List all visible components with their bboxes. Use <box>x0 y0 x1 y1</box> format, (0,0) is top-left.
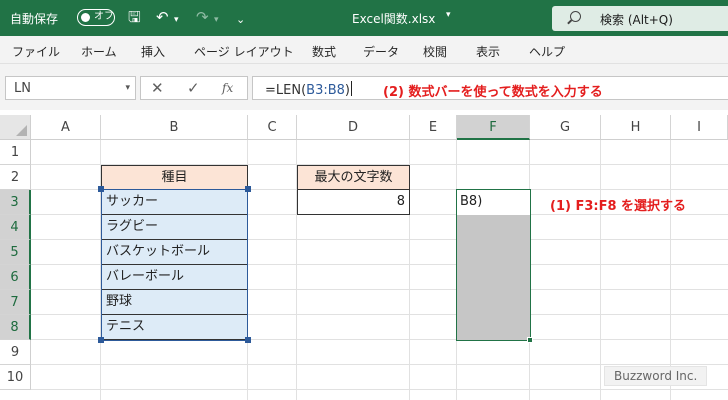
text-caret <box>351 81 352 96</box>
gridline <box>670 140 671 400</box>
gridline <box>31 389 728 390</box>
gridline <box>600 140 601 400</box>
cancel-icon[interactable]: ✕ <box>151 79 164 97</box>
formula-text: =LEN(B3:B8) <box>265 81 352 98</box>
toggle-knob-icon <box>81 12 90 22</box>
column-header-h[interactable]: H <box>601 115 671 140</box>
formula-range-ref: B3:B8 <box>306 83 345 98</box>
search-placeholder: 検索 (Alt+Q) <box>600 13 673 27</box>
column-header-g[interactable]: G <box>530 115 601 140</box>
reference-handle[interactable] <box>98 186 104 192</box>
row-header-3[interactable]: 3 <box>0 190 31 215</box>
undo-dropdown-icon[interactable]: ▾ <box>174 12 179 29</box>
cell-d3[interactable]: 8 <box>297 189 410 215</box>
row-header-1[interactable]: 1 <box>0 140 31 165</box>
column-header-e[interactable]: E <box>410 115 457 140</box>
name-box-chevron-down-icon[interactable]: ▾ <box>125 83 130 93</box>
tab-help[interactable]: ヘルプ <box>529 43 565 60</box>
watermark: Buzzword Inc. <box>604 366 708 386</box>
autosave-toggle[interactable]: オフ <box>77 9 115 26</box>
search-box[interactable]: 検索 (Alt+Q) <box>552 6 728 31</box>
column-header-c[interactable]: C <box>248 115 297 140</box>
redo-icon[interactable]: ↷ <box>196 9 209 26</box>
spreadsheet-grid[interactable]: A B C D E F G H I 1 2 3 4 5 6 7 8 9 10 種… <box>0 115 728 400</box>
search-icon <box>570 11 581 22</box>
filename-chevron-down-icon[interactable]: ▾ <box>446 10 451 20</box>
enter-icon[interactable]: ✓ <box>187 79 200 97</box>
select-all-button[interactable] <box>0 115 31 140</box>
tab-data[interactable]: データ <box>363 43 399 60</box>
reference-handle[interactable] <box>98 337 104 343</box>
fill-handle[interactable] <box>527 337 533 343</box>
column-header-f[interactable]: F <box>457 115 530 140</box>
insert-function-icon[interactable]: fx <box>222 81 233 95</box>
selection-annotation: (1) F3:F8 を選択する <box>550 199 687 214</box>
row-header-6[interactable]: 6 <box>0 265 31 290</box>
toggle-label: オフ <box>94 11 114 22</box>
customize-toolbar-icon[interactable]: ⌄ <box>236 11 245 28</box>
save-icon[interactable]: 🖫 <box>128 9 141 26</box>
column-header-b[interactable]: B <box>101 115 248 140</box>
title-bar: 自動保存 オフ 🖫 ↶ ▾ ↷ ▾ ⌄ Excel関数.xlsx ▾ 検索 (A… <box>0 0 728 36</box>
column-header-i[interactable]: I <box>671 115 728 140</box>
tab-review[interactable]: 校閲 <box>423 43 447 60</box>
row-header-7[interactable]: 7 <box>0 290 31 315</box>
formula-reference-range <box>101 189 248 341</box>
cell-b2[interactable]: 種目 <box>101 165 248 190</box>
column-header-d[interactable]: D <box>297 115 410 140</box>
gridline <box>31 364 728 365</box>
autosave-label: 自動保存 <box>10 12 59 26</box>
tab-home[interactable]: ホーム <box>81 43 117 60</box>
file-name[interactable]: Excel関数.xlsx <box>352 10 435 27</box>
name-box-value: LN <box>14 81 31 96</box>
tab-file[interactable]: ファイル <box>12 43 60 60</box>
row-header-5[interactable]: 5 <box>0 240 31 265</box>
row-header-4[interactable]: 4 <box>0 215 31 240</box>
column-header-a[interactable]: A <box>31 115 101 140</box>
reference-handle[interactable] <box>245 186 251 192</box>
formula-bar-area: LN ▾ ✕ ✓ fx =LEN(B3:B8) (2) 数式バーを使って数式を入… <box>0 64 728 110</box>
tab-insert[interactable]: 挿入 <box>141 43 165 60</box>
ribbon-tabs: ファイル ホーム 挿入 ページ レイアウト 数式 データ 校閲 表示 ヘルプ <box>0 36 728 64</box>
row-header-8[interactable]: 8 <box>0 315 31 340</box>
formula-tools: ✕ ✓ fx <box>140 76 248 100</box>
redo-dropdown-icon[interactable]: ▾ <box>214 12 219 29</box>
tab-formulas[interactable]: 数式 <box>312 43 336 60</box>
selection-border <box>456 189 531 341</box>
name-box[interactable]: LN ▾ <box>5 76 136 100</box>
formula-bar-annotation: (2) 数式バーを使って数式を入力する <box>383 85 603 100</box>
row-header-2[interactable]: 2 <box>0 165 31 190</box>
formula-input[interactable]: =LEN(B3:B8) (2) 数式バーを使って数式を入力する <box>252 76 728 100</box>
cell-d2[interactable]: 最大の文字数 <box>297 165 410 190</box>
tab-view[interactable]: 表示 <box>476 43 500 60</box>
tab-page-layout[interactable]: ページ レイアウト <box>194 43 294 60</box>
undo-icon[interactable]: ↶ <box>156 9 169 26</box>
row-header-10[interactable]: 10 <box>0 365 31 390</box>
reference-handle[interactable] <box>245 337 251 343</box>
row-header-9[interactable]: 9 <box>0 340 31 365</box>
